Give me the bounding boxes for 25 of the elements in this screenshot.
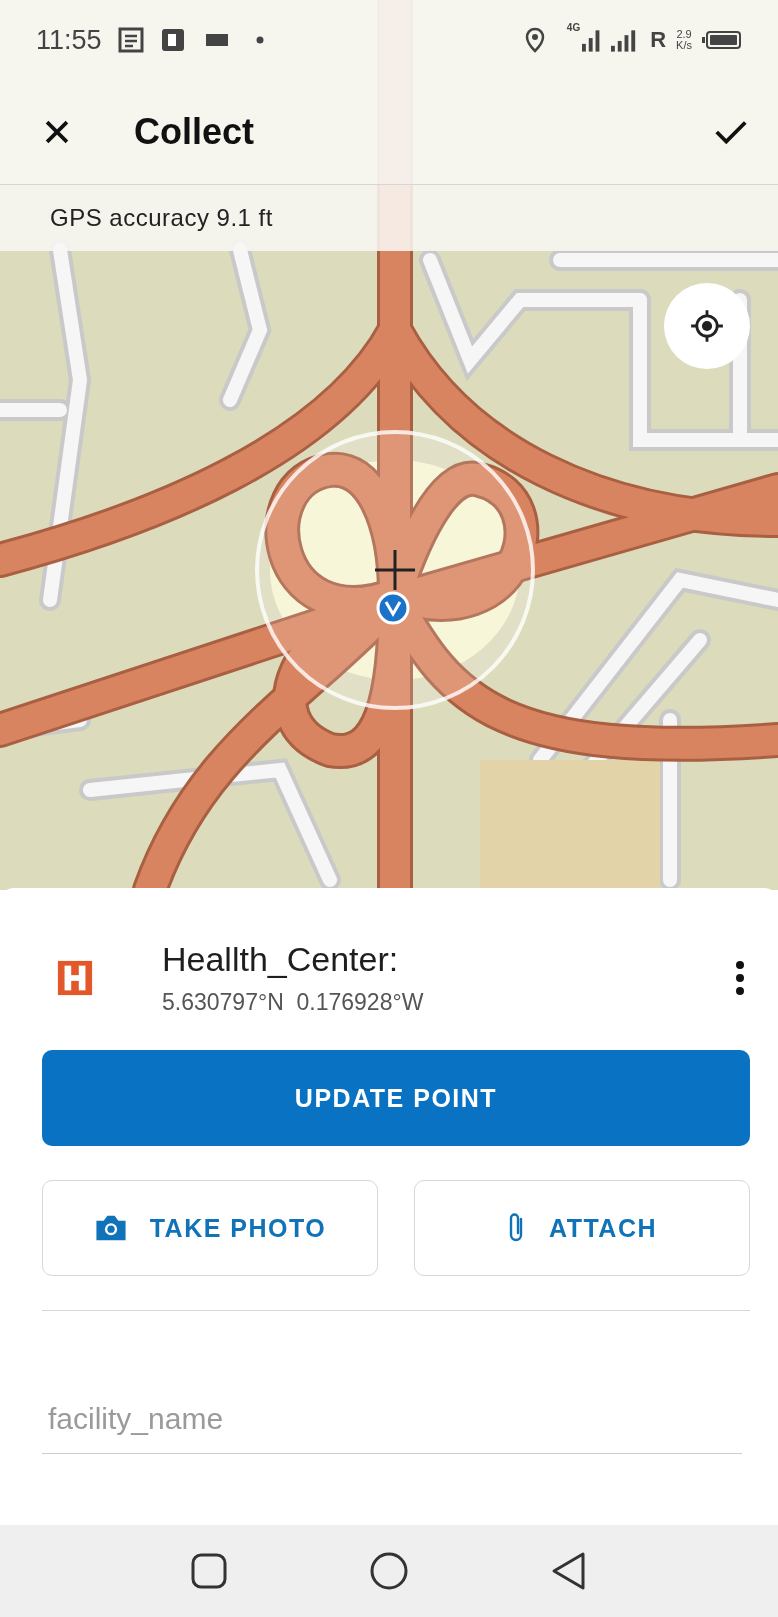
feature-title: Heallth_Center: <box>162 940 400 979</box>
network-type: 4G <box>566 22 581 33</box>
locate-icon <box>690 309 724 343</box>
recent-apps-button[interactable] <box>189 1551 229 1591</box>
dot-icon <box>255 36 264 44</box>
camera-icon <box>93 1213 128 1243</box>
feature-coordinates: 5.630797°N 0.176928°W <box>162 989 425 1016</box>
update-point-button[interactable]: UPDATE POINT <box>42 1050 750 1146</box>
roaming-indicator: R <box>650 27 667 53</box>
location-icon <box>524 27 545 53</box>
hospital-icon <box>56 959 94 997</box>
more-vertical-icon <box>735 960 745 996</box>
message-icon <box>205 34 228 46</box>
facility-name-field[interactable]: facility_name <box>42 1385 742 1454</box>
take-photo-button[interactable]: TAKE PHOTO <box>42 1180 378 1276</box>
speed-unit: K/s <box>676 40 692 51</box>
app-notification-icon <box>159 27 186 53</box>
network-speed: 2.9 <box>676 29 692 40</box>
home-button[interactable] <box>369 1551 409 1591</box>
toolbar-title: Collect <box>134 111 255 153</box>
status-time: 11:55 <box>36 24 102 56</box>
news-icon <box>117 27 144 53</box>
gps-accuracy-text: GPS accuracy 9.1 ft <box>50 204 273 232</box>
battery-icon <box>702 30 742 50</box>
attach-button[interactable]: ATTACH <box>414 1180 750 1276</box>
